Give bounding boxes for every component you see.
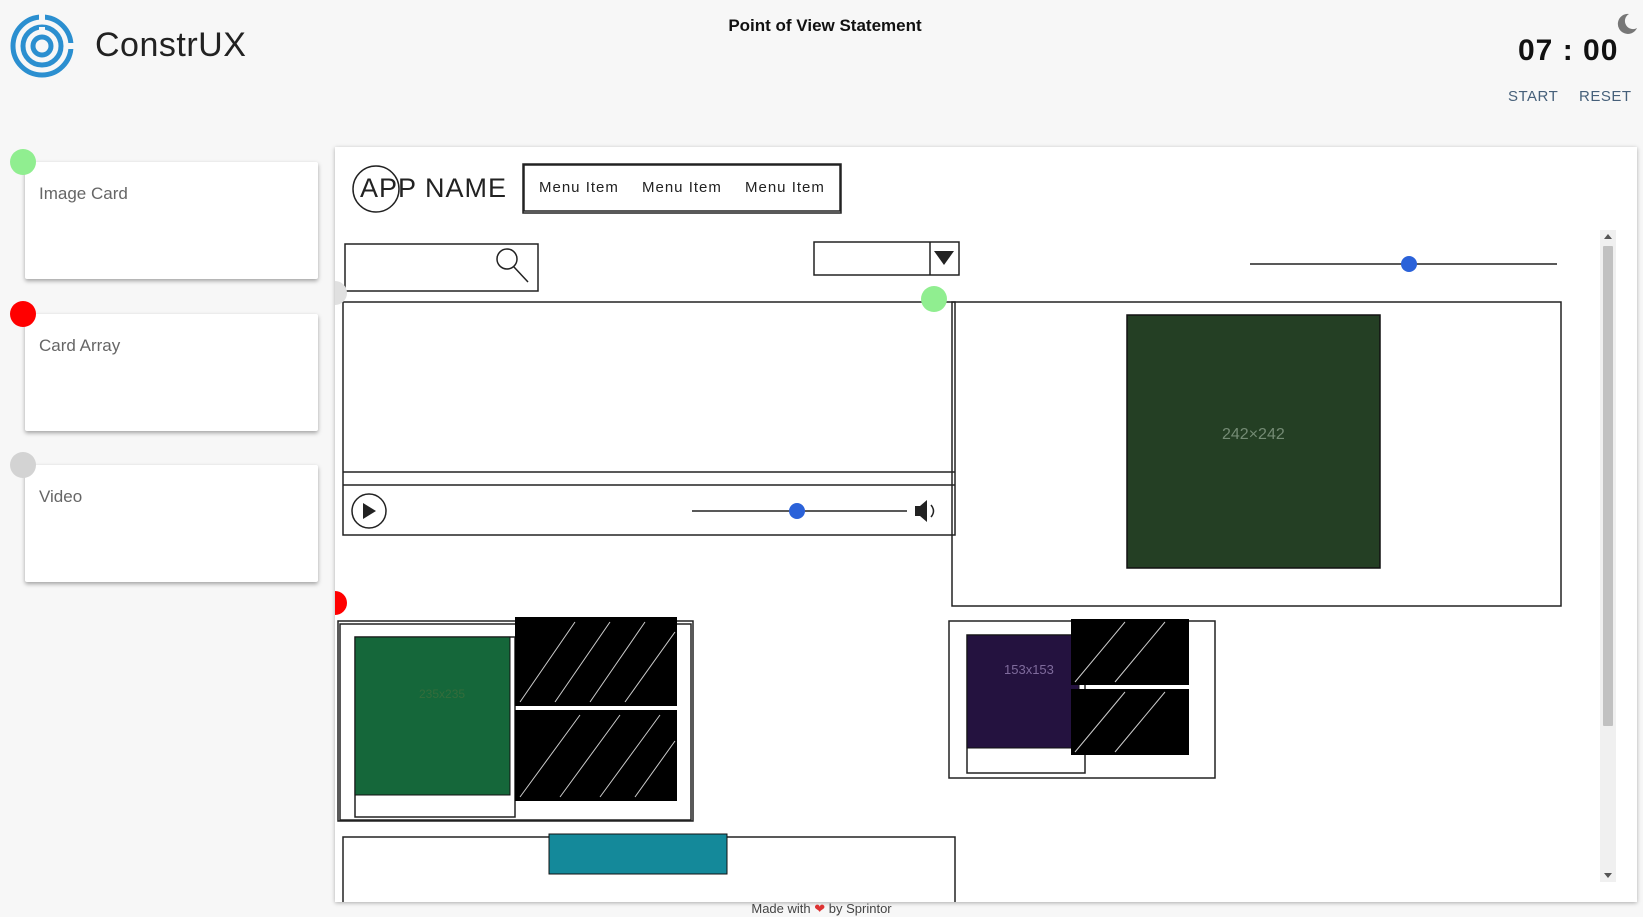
dark-mode-icon[interactable] (1615, 12, 1639, 36)
wireframe-canvas[interactable]: APP NAME Menu Item Menu Item Menu Item 2… (335, 147, 1637, 902)
sketch-menu-item[interactable]: Menu Item (539, 179, 619, 196)
sketch-video-frame (342, 301, 956, 536)
status-dot-gray (10, 452, 36, 478)
reset-button[interactable]: RESET (1579, 88, 1632, 105)
status-dot-green-canvas (921, 286, 947, 312)
sidebar-item-card-array[interactable]: Card Array (25, 314, 318, 431)
sketch-volume-knob (789, 503, 805, 519)
sketch-search-icon (496, 248, 518, 270)
sidebar-item-label: Image Card (39, 184, 128, 203)
status-dot-green (10, 149, 36, 175)
footer: Made with ❤ by Sprintor (0, 901, 1643, 917)
image-size-label: 235x235 (419, 687, 466, 701)
sketch-app-name: APP NAME (360, 173, 508, 203)
status-dot-red-canvas (335, 591, 347, 615)
sketch-volume-icon (915, 500, 935, 522)
scroll-down-icon[interactable] (1604, 873, 1612, 878)
sketch-search-box (344, 243, 539, 292)
timer-display: 07 : 00 (1518, 34, 1619, 67)
sketch-menu-item[interactable]: Menu Item (745, 179, 825, 196)
sketch-image-right (966, 634, 1080, 749)
status-dot-red (10, 301, 36, 327)
scroll-up-icon[interactable] (1604, 234, 1612, 239)
sketch-image-left (354, 636, 511, 796)
scroll-thumb[interactable] (1603, 246, 1613, 726)
canvas-scrollbar[interactable] (1600, 230, 1616, 882)
sidebar-item-label: Card Array (39, 336, 121, 355)
sidebar-item-image-card[interactable]: Image Card (25, 162, 318, 279)
sketch-image-bottom (548, 833, 728, 875)
sketch-scribble-blocks (515, 617, 1189, 801)
sketch-dropdown-arrow-icon (934, 251, 954, 265)
image-size-label: 153x153 (1004, 662, 1054, 677)
sketch-menu-item[interactable]: Menu Item (642, 179, 722, 196)
sidebar-item-video[interactable]: Video (25, 465, 318, 582)
sketch-slider-knob (1401, 256, 1417, 272)
image-size-label: 242×242 (1222, 426, 1285, 443)
wireframe-sketch (335, 163, 1562, 902)
sidebar-item-label: Video (39, 487, 83, 506)
page-title: Point of View Statement (728, 16, 922, 35)
start-button[interactable]: START (1508, 88, 1558, 105)
sketch-dropdown (813, 241, 960, 276)
